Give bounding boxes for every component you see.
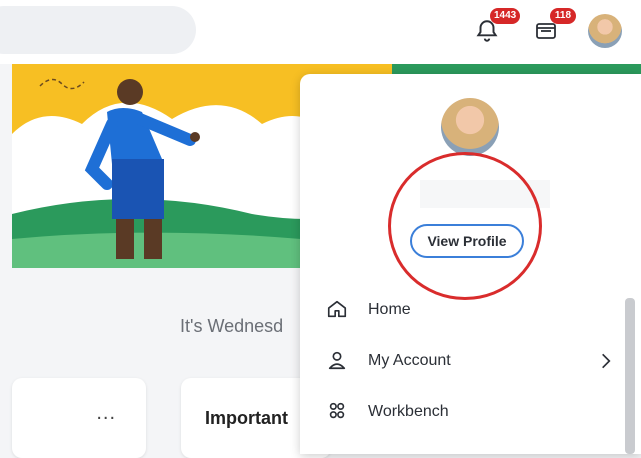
menu-item-label: Workbench bbox=[368, 403, 449, 420]
profile-menu-panel: View Profile Home My Account Workbench bbox=[300, 74, 641, 454]
chevron-right-icon bbox=[602, 353, 611, 369]
home-icon bbox=[327, 300, 347, 318]
menu-item-my-account[interactable]: My Account bbox=[326, 345, 616, 377]
menu-item-label: My Account bbox=[368, 352, 451, 369]
menu-item-label: Home bbox=[368, 301, 411, 318]
notifications-badge: 1443 bbox=[490, 8, 521, 24]
menu-item-workbench[interactable]: Workbench bbox=[326, 396, 616, 428]
person-icon bbox=[328, 351, 346, 370]
card-title: Important bbox=[205, 408, 288, 428]
worklet-card[interactable]: ... bbox=[12, 378, 146, 458]
people-icon bbox=[329, 402, 345, 419]
highlight-circle-annotation bbox=[388, 152, 542, 300]
greeting-text: It's Wednesd bbox=[180, 316, 284, 336]
top-bar: 1443 118 bbox=[0, 0, 641, 64]
notifications-button[interactable]: 1443 bbox=[474, 8, 521, 46]
menu-item-home[interactable]: Home bbox=[326, 294, 616, 326]
user-avatar-button[interactable] bbox=[588, 14, 622, 48]
menu-scrollbar[interactable] bbox=[625, 298, 635, 454]
profile-avatar bbox=[441, 98, 499, 156]
search-input[interactable] bbox=[0, 6, 196, 54]
inbox-badge: 118 bbox=[550, 8, 576, 24]
more-options-button[interactable]: ... bbox=[96, 402, 116, 425]
inbox-button[interactable]: 118 bbox=[534, 8, 576, 46]
